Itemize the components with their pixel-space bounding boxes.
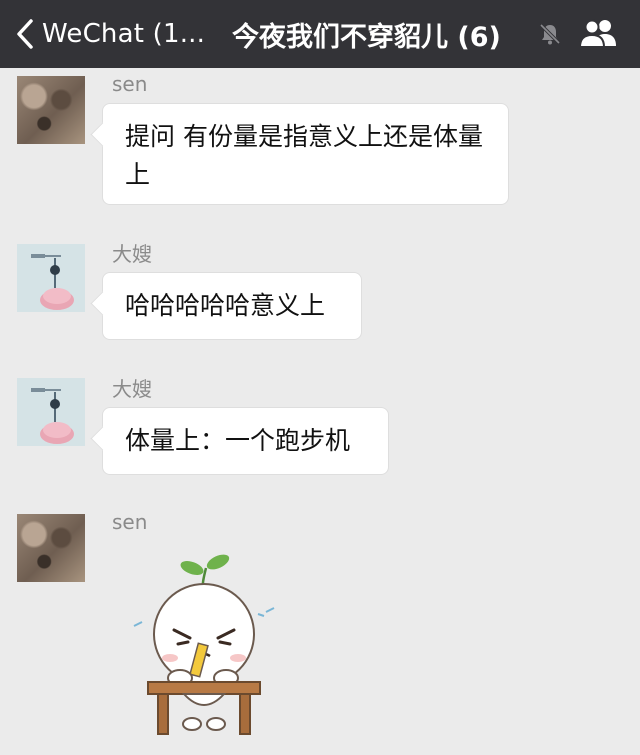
avatar-image	[17, 244, 85, 312]
sender-name: 大嫂	[112, 377, 152, 401]
sender-name: 大嫂	[112, 242, 152, 266]
message-bubble[interactable]: 体量上：一个跑步机	[102, 407, 389, 475]
sticker-message[interactable]	[118, 548, 290, 738]
avatar-sen[interactable]	[17, 76, 85, 144]
chat-header: WeChat (1... 今夜我们不穿貂儿 (6)	[0, 0, 640, 68]
message-bubble[interactable]: 哈哈哈哈哈意义上	[102, 272, 362, 340]
avatar-image	[17, 378, 85, 446]
avatar-dasao[interactable]	[17, 378, 85, 446]
back-label: WeChat (1...	[42, 19, 206, 49]
chevron-left-icon	[17, 19, 33, 49]
group-members-icon[interactable]	[578, 16, 620, 50]
sender-name: sen	[112, 510, 148, 534]
back-button[interactable]: WeChat (1...	[14, 14, 205, 54]
sender-name: sen	[112, 72, 148, 96]
avatar-dasao[interactable]	[17, 244, 85, 312]
avatar-sen[interactable]	[17, 514, 85, 582]
chat-title: 今夜我们不穿貂儿 (6)	[232, 21, 501, 53]
mute-bell-icon	[539, 23, 561, 45]
message-bubble[interactable]: 提问 有份量是指意义上还是体量上	[102, 103, 509, 205]
